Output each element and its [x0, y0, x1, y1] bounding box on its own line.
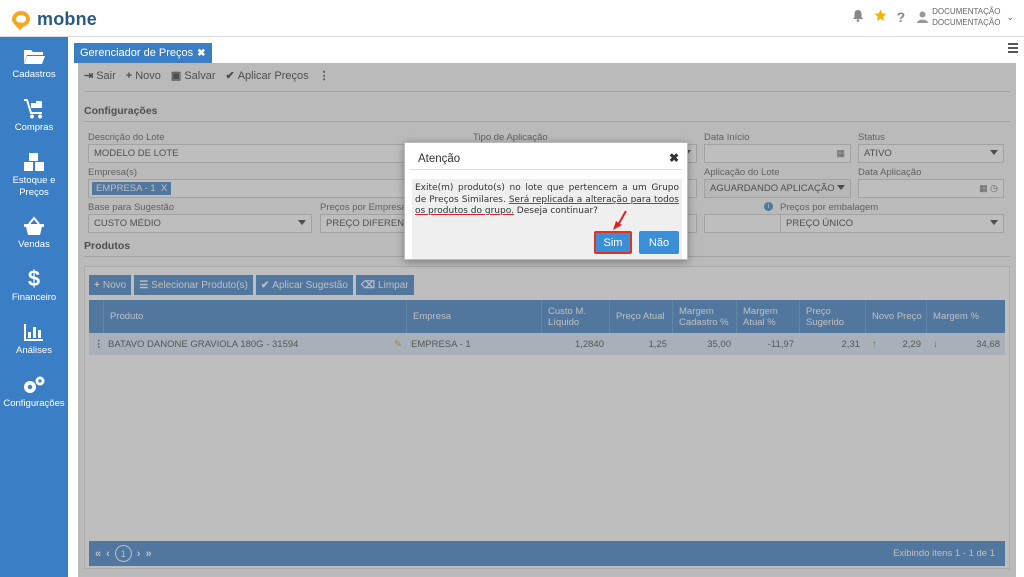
user-company: DOCUMENTAÇÃO — [932, 18, 1001, 27]
tab-label: Gerenciador de Preços — [80, 47, 194, 59]
app-name: mobne — [37, 9, 98, 29]
dialog-body: Exite(m) produto(s) no lote que pertence… — [412, 179, 682, 259]
sidebar-item-label: Configurações — [3, 398, 65, 409]
dialog-header: Atenção ✖ — [410, 148, 682, 170]
annotation-arrow-icon — [613, 210, 627, 230]
close-icon[interactable]: ✖ — [669, 151, 679, 165]
user-menu[interactable]: DOCUMENTAÇÃO DOCUMENTAÇÃO ⌄ — [917, 6, 1014, 28]
sidebar-item-cadastros[interactable]: Cadastros — [0, 37, 68, 90]
user-icon — [917, 11, 929, 23]
sidebar-item-label: Análises — [16, 345, 52, 356]
help-icon[interactable]: ? — [897, 9, 906, 25]
chevron-down-icon: ⌄ — [1006, 11, 1014, 22]
sidebar-item-label: Compras — [14, 122, 54, 133]
menu-icon[interactable] — [1008, 43, 1018, 55]
confirm-dialog: Atenção ✖ Exite(m) produto(s) no lote qu… — [404, 142, 688, 260]
sidebar: Cadastros Compras Estoque e Preços Venda… — [0, 37, 68, 577]
sidebar-item-vendas[interactable]: Vendas — [0, 207, 68, 260]
sidebar-item-analises[interactable]: Análises — [0, 313, 68, 366]
folder-icon — [22, 46, 46, 66]
tab-gerenciador-precos[interactable]: Gerenciador de Preços ✖ — [74, 43, 212, 63]
logo-mark-icon — [12, 10, 32, 30]
sidebar-item-label: Cadastros — [12, 69, 56, 80]
bell-icon[interactable] — [852, 9, 864, 25]
no-button[interactable]: Não — [639, 231, 679, 254]
sidebar-item-compras[interactable]: Compras — [0, 90, 68, 143]
basket-icon — [22, 216, 46, 236]
top-header: mobne ? DOCUMENTAÇÃO DOCUMENTAÇÃO ⌄ — [0, 0, 1024, 37]
sidebar-item-estoque[interactable]: Estoque e Preços — [0, 143, 68, 207]
user-name: DOCUMENTAÇÃO — [932, 7, 1001, 16]
yes-button[interactable]: Sim — [594, 231, 632, 254]
cart-icon — [22, 99, 46, 119]
star-icon[interactable] — [874, 9, 887, 25]
dialog-title: Atenção — [418, 153, 461, 165]
dollar-icon: $ — [27, 266, 41, 291]
sidebar-item-label: Estoque e Preços — [12, 174, 56, 198]
modal-backdrop — [78, 63, 1016, 577]
sidebar-item-configuracoes[interactable]: Configurações — [0, 366, 68, 419]
tab-strip: Gerenciador de Preços ✖ — [68, 37, 1024, 63]
message-part3: Deseja continuar? — [516, 206, 598, 216]
sidebar-item-label: Vendas — [18, 239, 50, 250]
close-icon[interactable]: ✖ — [197, 48, 205, 59]
app-logo[interactable]: mobne — [12, 9, 97, 30]
bar-chart-icon — [22, 322, 46, 342]
sidebar-item-financeiro[interactable]: $ Financeiro — [0, 260, 68, 313]
sidebar-item-label: Financeiro — [11, 292, 57, 303]
boxes-icon — [22, 152, 46, 172]
gears-icon — [22, 375, 46, 395]
dialog-message: Exite(m) produto(s) no lote que pertence… — [415, 183, 679, 218]
